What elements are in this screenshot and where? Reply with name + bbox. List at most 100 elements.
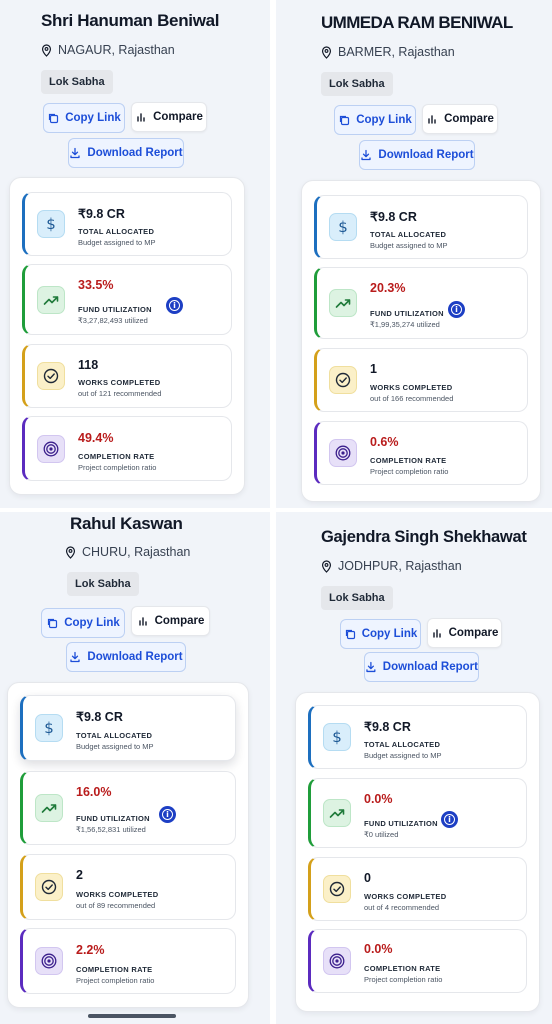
download-report-label: Download Report — [87, 147, 183, 159]
download-report-button[interactable]: Download Report — [359, 140, 475, 170]
trending-up-icon — [329, 289, 357, 317]
works-subtext: out of 121 recommended — [78, 389, 162, 398]
utilization-label: FUND UTILIZATION — [370, 309, 444, 318]
copy-link-button[interactable]: Copy Link — [334, 105, 416, 135]
works-label: WORKS COMPLETED — [76, 890, 159, 899]
copy-link-label: Copy Link — [65, 112, 121, 124]
info-glyph: i — [444, 814, 455, 825]
utilization-label: FUND UTILIZATION — [78, 305, 152, 314]
house-badge: Lok Sabha — [67, 572, 139, 596]
compare-button[interactable]: Compare — [427, 618, 502, 648]
completion-rate-subtext: Project completion ratio — [370, 467, 449, 476]
info-icon[interactable]: i — [159, 806, 176, 823]
map-pin-icon — [321, 559, 332, 573]
works-subtext: out of 4 recommended — [364, 903, 440, 912]
compare-label: Compare — [448, 627, 499, 639]
check-circle-icon — [329, 366, 357, 394]
mp-profile-card: Gajendra Singh Shekhawat JODHPUR, Rajast… — [276, 512, 552, 1024]
fund-utilization-card: 0.0% FUND UTILIZATION ₹0 utilized i — [308, 778, 527, 848]
completion-rate-label: COMPLETION RATE — [364, 964, 441, 973]
copy-icon — [49, 113, 59, 124]
copy-link-button[interactable]: Copy Link — [43, 103, 125, 133]
utilized-amount: ₹3,27,82,493 utilized — [78, 316, 148, 325]
info-glyph: i — [169, 300, 180, 311]
compare-button[interactable]: Compare — [131, 102, 207, 132]
works-completed-card: 0 WORKS COMPLETED out of 4 recommended — [308, 857, 527, 921]
metrics-panel: $ ₹9.8 CR TOTAL ALLOCATED Budget assigne… — [7, 682, 249, 1008]
mp-location: NAGAUR, Rajasthan — [41, 43, 175, 57]
info-icon[interactable]: i — [441, 811, 458, 828]
info-icon[interactable]: i — [448, 301, 465, 318]
completion-rate-subtext: Project completion ratio — [364, 975, 443, 984]
works-value: 2 — [76, 868, 83, 882]
allocated-value: ₹9.8 CR — [76, 710, 123, 724]
download-icon — [70, 147, 81, 159]
compare-label: Compare — [444, 113, 494, 125]
allocated-subtext: Budget assigned to MP — [76, 742, 154, 751]
download-report-button[interactable]: Download Report — [66, 642, 186, 672]
compare-button[interactable]: Compare — [131, 606, 210, 636]
trending-up-icon — [37, 285, 65, 314]
completion-rate-value: 49.4% — [78, 431, 114, 445]
copy-link-label: Copy Link — [356, 114, 412, 126]
completion-rate-subtext: Project completion ratio — [78, 463, 157, 472]
completion-rate-value: 0.0% — [364, 942, 393, 956]
home-indicator — [88, 1014, 176, 1018]
works-value: 118 — [78, 358, 99, 372]
map-pin-icon — [65, 545, 76, 559]
works-label: WORKS COMPLETED — [78, 378, 161, 387]
bar-chart-icon — [137, 113, 145, 122]
house-badge: Lok Sabha — [321, 586, 393, 610]
utilization-value: 33.5% — [78, 278, 114, 292]
map-pin-icon — [321, 45, 332, 59]
trending-up-icon — [323, 799, 351, 827]
dollar-icon: $ — [329, 213, 357, 241]
download-report-button[interactable]: Download Report — [364, 652, 479, 682]
mp-location: JODHPUR, Rajasthan — [321, 559, 462, 573]
completion-rate-label: COMPLETION RATE — [76, 965, 153, 974]
mp-profile-card: Rahul Kaswan CHURU, Rajasthan Lok Sabha … — [0, 512, 276, 1024]
trending-up-icon — [35, 794, 63, 822]
allocated-subtext: Budget assigned to MP — [370, 241, 448, 250]
works-subtext: out of 89 recommended — [76, 901, 156, 910]
bar-chart-icon — [432, 629, 441, 638]
target-icon — [323, 947, 351, 975]
mp-name: Shri Hanuman Beniwal — [41, 11, 220, 30]
info-icon[interactable]: i — [166, 297, 183, 314]
copy-link-button[interactable]: Copy Link — [340, 619, 421, 649]
copy-icon — [48, 618, 58, 629]
metrics-panel: $ ₹9.8 CR TOTAL ALLOCATED Budget assigne… — [295, 692, 540, 1012]
copy-icon — [340, 115, 350, 126]
works-label: WORKS COMPLETED — [364, 892, 447, 901]
utilization-value: 0.0% — [364, 792, 393, 806]
utilization-value: 16.0% — [76, 785, 112, 799]
dollar-icon: $ — [35, 714, 63, 742]
utilization-value: 20.3% — [370, 281, 406, 295]
works-completed-card: 118 WORKS COMPLETED out of 121 recommend… — [22, 344, 232, 408]
target-icon — [329, 439, 357, 467]
mp-name: UMMEDA RAM BENIWAL — [321, 13, 513, 32]
mp-location: BARMER, Rajasthan — [321, 45, 455, 59]
location-text: NAGAUR, Rajasthan — [58, 43, 175, 57]
works-value: 0 — [364, 871, 371, 885]
copy-link-button[interactable]: Copy Link — [41, 608, 125, 638]
mp-location: CHURU, Rajasthan — [65, 545, 190, 559]
fund-utilization-card: 20.3% FUND UTILIZATION ₹1,99,35,274 util… — [314, 267, 528, 339]
allocated-value: ₹9.8 CR — [364, 720, 411, 734]
svg-text:$: $ — [46, 215, 56, 233]
copy-link-label: Copy Link — [361, 628, 418, 640]
svg-text:$: $ — [332, 728, 342, 746]
mp-name: Gajendra Singh Shekhawat — [321, 528, 527, 546]
works-label: WORKS COMPLETED — [370, 383, 453, 392]
completion-rate-label: COMPLETION RATE — [78, 452, 155, 461]
compare-button[interactable]: Compare — [422, 104, 498, 134]
total-allocated-card: $ ₹9.8 CR TOTAL ALLOCATED Budget assigne… — [308, 705, 527, 769]
completion-rate-card: 0.6% COMPLETION RATE Project completion … — [314, 421, 528, 485]
completion-rate-label: COMPLETION RATE — [370, 456, 447, 465]
allocated-label: TOTAL ALLOCATED — [370, 230, 447, 239]
download-report-label: Download Report — [382, 661, 478, 673]
allocated-value: ₹9.8 CR — [78, 207, 125, 221]
allocated-subtext: Budget assigned to MP — [78, 238, 156, 247]
download-report-button[interactable]: Download Report — [68, 138, 184, 168]
mp-name: Rahul Kaswan — [70, 514, 183, 533]
